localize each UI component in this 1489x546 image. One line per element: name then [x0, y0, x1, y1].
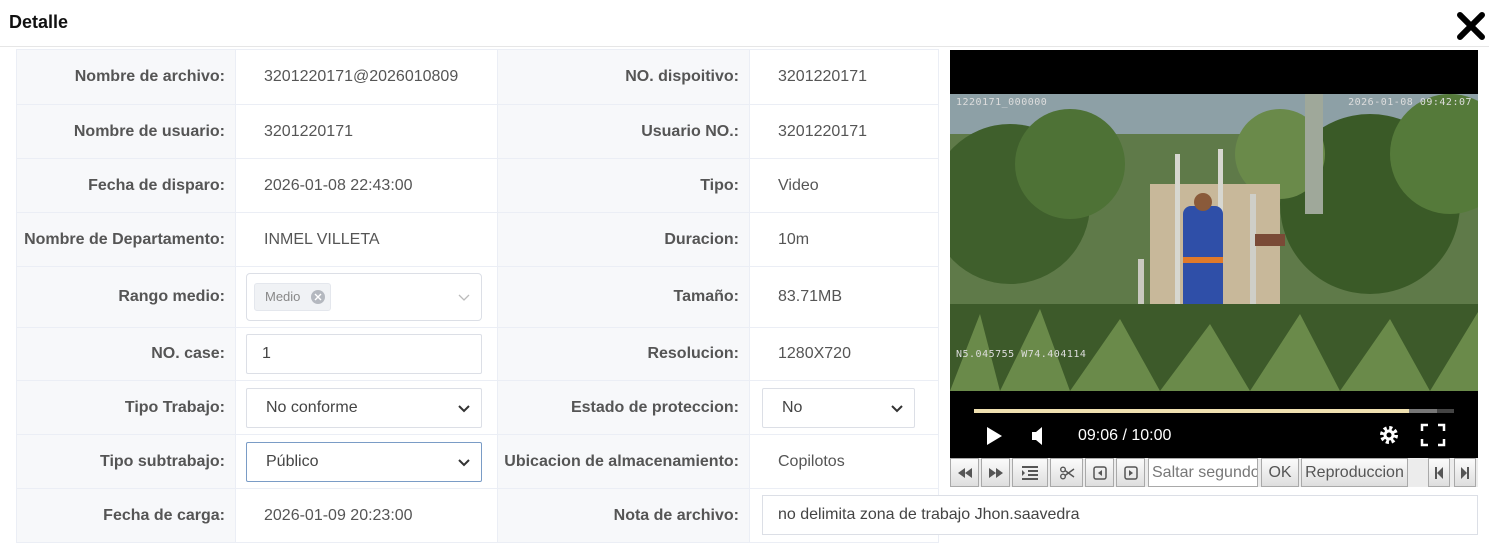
label-size: Tamaño: [497, 266, 750, 328]
value-case-no: 1 [235, 327, 498, 381]
chevron-down-icon [458, 458, 470, 466]
label-subwork-type: Tipo subtrabajo: [16, 434, 236, 489]
video-player[interactable]: 1220171_000000 2026-01-08 09:42:07 N5.04… [950, 50, 1478, 458]
step-forward-icon [1123, 465, 1138, 480]
video-played [974, 409, 1409, 413]
chevron-down-icon [891, 404, 903, 412]
value-shot-date: 2026-01-08 22:43:00 [235, 158, 498, 213]
dialog-header: Detalle [0, 0, 1489, 47]
value-note: no delimita zona de trabajo Jhon.saavedr… [749, 488, 1478, 543]
detail-row: Rango medio: Medio Tamaño: 83.71MB [16, 266, 939, 328]
osd-camera-id: 1220171_000000 [956, 97, 1048, 108]
label-protection: Estado de proteccion: [497, 380, 750, 435]
label-upload-date: Fecha de carga: [16, 488, 236, 543]
label-device-no: NO. dispoitivo: [497, 49, 750, 105]
video-toolbar: Saltar segundos OK Reproduccion [950, 458, 1478, 487]
label-storage: Ubicacion de almacenamiento: [497, 434, 750, 489]
next-frame-button[interactable] [1116, 458, 1145, 487]
protection-selected: No [782, 398, 803, 416]
note-input[interactable]: no delimita zona de trabajo Jhon.saavedr… [762, 495, 1478, 535]
subwork-type-selected: Público [266, 452, 319, 470]
value-storage: Copilotos [749, 434, 939, 489]
chevron-down-icon [458, 404, 470, 412]
label-user-no: Usuario NO.: [497, 104, 750, 159]
label-duration: Duracion: [497, 212, 750, 267]
value-resolution: 1280X720 [749, 327, 939, 381]
value-device-no: 3201220171 [749, 49, 939, 105]
detail-row: Nombre de usuario: 3201220171 Usuario NO… [16, 104, 939, 159]
subwork-type-select[interactable]: Público [246, 441, 482, 482]
label-user-name: Nombre de usuario: [16, 104, 236, 159]
value-type: Video [749, 158, 939, 213]
detail-row: NO. case: 1 Resolucion: 1280X720 [16, 327, 939, 381]
dialog-title: Detalle [9, 12, 69, 32]
cut-button[interactable] [1050, 458, 1083, 487]
osd-timestamp: 2026-01-08 09:42:07 [1348, 97, 1472, 108]
step-back-icon [1092, 465, 1107, 480]
work-type-select[interactable]: No conforme [246, 387, 482, 428]
skip-end-icon [1461, 466, 1469, 479]
media-range-tag: Medio [254, 283, 332, 311]
value-department: INMEL VILLETA [235, 212, 498, 267]
last-button[interactable] [1454, 458, 1476, 487]
label-work-type: Tipo Trabajo: [16, 380, 236, 435]
detail-row: Fecha de carga: 2026-01-09 20:23:00 Nota… [16, 488, 1478, 543]
first-button[interactable] [1428, 458, 1450, 487]
list-indent-icon [1022, 465, 1038, 480]
label-department: Nombre de Departamento: [16, 212, 236, 267]
scissors-icon [1059, 466, 1074, 479]
value-subwork-type: Público [235, 434, 498, 489]
video-time: 09:06 / 10:00 [1078, 427, 1172, 444]
video-frame-image [950, 94, 1478, 391]
value-upload-date: 2026-01-09 20:23:00 [235, 488, 498, 543]
value-user-name: 3201220171 [235, 104, 498, 159]
detail-table: Nombre de archivo: 3201220171@2026010809… [16, 49, 1478, 543]
rewind-icon [957, 467, 972, 478]
osd-gps: N5.045755 W74.404114 [956, 349, 1087, 360]
settings-icon[interactable] [1377, 423, 1401, 447]
detail-row: Tipo Trabajo: No conforme Estado de prot… [16, 380, 939, 435]
label-media-range: Rango medio: [16, 266, 236, 328]
label-type: Tipo: [497, 158, 750, 213]
ok-button[interactable]: OK [1261, 458, 1299, 487]
case-no-input[interactable]: 1 [246, 334, 482, 374]
play-icon[interactable] [984, 425, 1004, 447]
label-file-name: Nombre de archivo: [16, 49, 236, 105]
skip-seconds-input[interactable]: Saltar segundos [1148, 458, 1258, 487]
video-frame[interactable]: 1220171_000000 2026-01-08 09:42:07 N5.04… [950, 94, 1478, 391]
detail-row: Nombre de archivo: 3201220171@2026010809… [16, 49, 939, 105]
value-media-range: Medio [235, 266, 498, 328]
playlist-button[interactable] [1012, 458, 1048, 487]
value-duration: 10m [749, 212, 939, 267]
detail-row: Fecha de disparo: 2026-01-08 22:43:00 Ti… [16, 158, 939, 213]
fullscreen-icon[interactable] [1420, 423, 1446, 447]
volume-icon[interactable] [1030, 425, 1048, 447]
work-type-selected: No conforme [266, 398, 358, 416]
label-resolution: Resolucion: [497, 327, 750, 381]
skip-start-icon [1435, 466, 1443, 479]
value-user-no: 3201220171 [749, 104, 939, 159]
value-protection: No [749, 380, 939, 435]
media-range-tag-label: Medio [265, 289, 301, 304]
media-range-select[interactable]: Medio [246, 273, 482, 321]
value-file-name: 3201220171@2026010809 [235, 49, 498, 105]
detail-row: Nombre de Departamento: INMEL VILLETA Du… [16, 212, 939, 267]
fast-forward-button[interactable] [981, 458, 1010, 487]
close-icon[interactable] [1455, 10, 1487, 42]
file-name-text: 3201220171@2026010809 [264, 68, 459, 85]
video-progress-bar[interactable] [974, 409, 1454, 413]
fast-forward-icon [988, 467, 1003, 478]
playback-button[interactable]: Reproduccion [1301, 458, 1408, 487]
value-work-type: No conforme [235, 380, 498, 435]
detail-row: Tipo subtrabajo: Público Ubicacion de al… [16, 434, 939, 489]
label-shot-date: Fecha de disparo: [16, 158, 236, 213]
label-note: Nota de archivo: [497, 488, 750, 543]
protection-select[interactable]: No [762, 387, 915, 428]
prev-frame-button[interactable] [1085, 458, 1114, 487]
chevron-down-icon [458, 294, 470, 301]
rewind-button[interactable] [950, 458, 979, 487]
label-case-no: NO. case: [16, 327, 236, 381]
value-size: 83.71MB [749, 266, 939, 328]
tag-remove-icon[interactable] [311, 290, 326, 304]
